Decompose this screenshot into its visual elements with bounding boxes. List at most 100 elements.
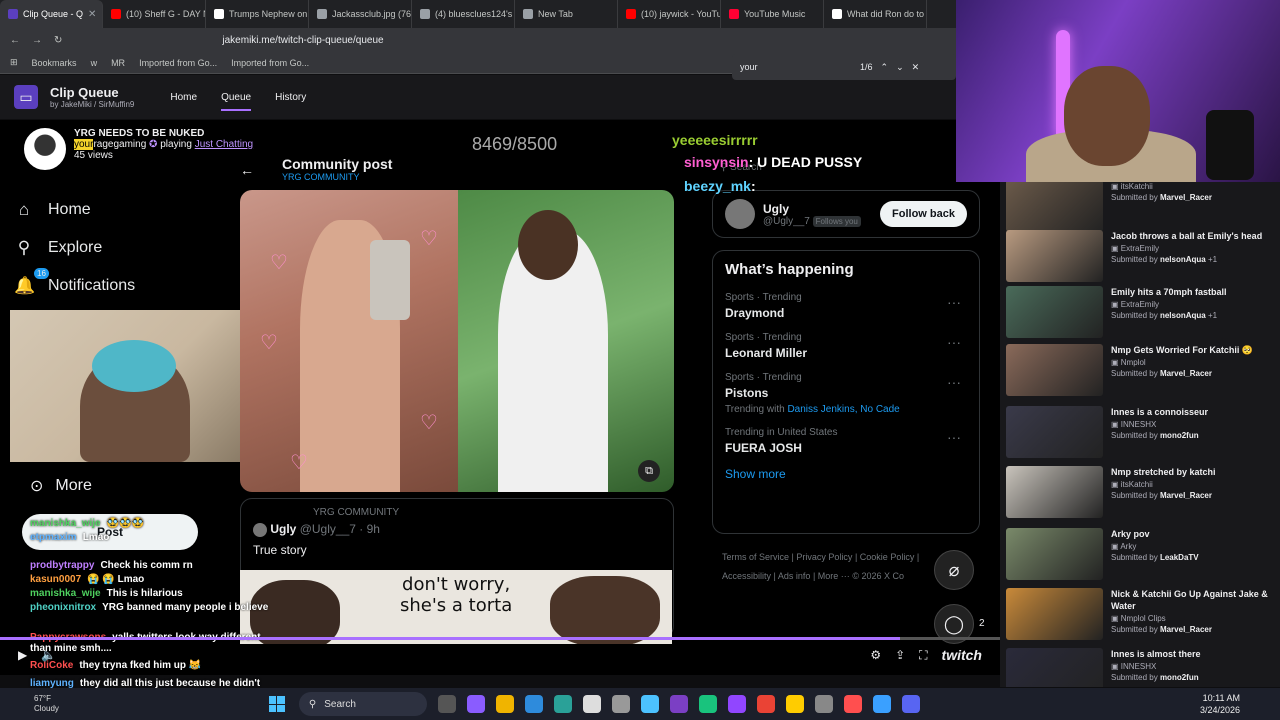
taskbar-app-icon[interactable] [814, 695, 833, 713]
channel-name-rest[interactable]: ragegaming [93, 139, 146, 150]
footer-link[interactable]: Ads info [778, 571, 811, 581]
settings-gear-icon[interactable]: ⚙ [870, 648, 881, 662]
clip-thumbnail[interactable] [1006, 648, 1103, 687]
taskbar-app-icon[interactable] [611, 695, 630, 713]
browser-tab[interactable]: Jackassclub.jpg (76 [309, 0, 412, 28]
queue-item[interactable]: Innes is almost there ▣ INNESHX Submitted … [1006, 648, 1276, 687]
footer-link[interactable]: Cookie Policy [860, 552, 915, 562]
queue-item[interactable]: Nmp stretched by katchi ▣ itsKatchii Submi… [1006, 466, 1276, 522]
taskbar-app-icon[interactable] [582, 695, 601, 713]
taskbar-app-icon[interactable] [843, 695, 862, 713]
footer-link[interactable]: Privacy Policy [796, 552, 852, 562]
game-link[interactable]: Just Chatting [195, 139, 253, 150]
x-nav-home[interactable]: ⌂ Home [14, 200, 234, 220]
taskbar-app-icon[interactable] [785, 695, 804, 713]
find-next-icon[interactable]: ⌄ [896, 62, 904, 73]
bookmark-item[interactable]: Imported from Go... [139, 58, 217, 68]
clip-thumbnail[interactable] [1006, 466, 1103, 518]
taskbar-app-icon[interactable] [669, 695, 688, 713]
grok-icon[interactable]: ⌀ [934, 550, 974, 590]
trend-item[interactable]: Sports · Trending Leonard Miller ··· [725, 332, 967, 360]
more-dots-icon[interactable]: ··· [947, 374, 961, 390]
browser-tab[interactable]: New Tab [515, 0, 618, 28]
channel-highlight[interactable]: your [74, 139, 94, 150]
taskbar-app-icon[interactable] [553, 695, 572, 713]
channel-avatar[interactable] [24, 128, 66, 170]
reload-icon[interactable]: ↻ [54, 35, 62, 46]
community-subtitle[interactable]: YRG COMMUNITY [282, 172, 675, 182]
find-input[interactable]: your [740, 62, 850, 72]
taskbar-app-icon[interactable] [437, 695, 456, 713]
nav-history[interactable]: History [275, 92, 306, 103]
taskbar-app-icon[interactable] [756, 695, 775, 713]
video-progress-bar[interactable] [0, 637, 1000, 640]
tweet-community[interactable]: YRG COMMUNITY [313, 507, 661, 518]
taskbar-app-icon[interactable] [640, 695, 659, 713]
apps-grid-icon[interactable]: ⊞ [10, 57, 18, 68]
trend-item[interactable]: Trending in United States FUERA JOSH ··· [725, 427, 967, 455]
nav-home[interactable]: Home [170, 92, 197, 103]
media-expand-icon[interactable]: ⧉ [638, 460, 660, 482]
nav-queue[interactable]: Queue [221, 92, 252, 111]
footer-link[interactable]: Terms of Service [722, 552, 789, 562]
queue-item[interactable]: Arky pov ▣ Arky Submitted by LeakDaTV [1006, 528, 1276, 584]
trend-item[interactable]: Sports · Trending Pistons Trending with Da… [725, 372, 967, 415]
more-dots-icon[interactable]: ··· [947, 294, 961, 310]
taskbar-app-icon[interactable] [466, 695, 485, 713]
browser-tab[interactable]: (4) bluesclues124's [412, 0, 515, 28]
post-button[interactable]: Post [22, 514, 198, 550]
system-clock[interactable]: 10:11 AM 3/24/2026 [1200, 692, 1240, 716]
queue-item[interactable]: ▣ itsKatchii Submitted by Marvel_Racer [1006, 182, 1276, 236]
queue-item[interactable]: Innes is a connoisseur ▣ INNESHX Submitted… [1006, 406, 1276, 462]
x-nav-explore[interactable]: ⚲ Explore [14, 238, 234, 258]
show-more-link[interactable]: Show more [725, 467, 967, 481]
queue-item[interactable]: Emily hits a 70mph fastball ▣ ExtraEmily S… [1006, 286, 1276, 342]
tweet-avatar[interactable] [253, 522, 267, 537]
clip-thumbnail[interactable] [1006, 406, 1103, 458]
tweet-author[interactable]: Ugly @Ugly__7 · 9h [253, 522, 661, 537]
windows-start-icon[interactable] [268, 696, 285, 712]
bookmark-item[interactable]: MR [111, 58, 125, 68]
browser-tab[interactable]: Clip Queue - Q ✕ [0, 0, 103, 28]
x-nav-more[interactable]: ⊙ More [30, 476, 92, 496]
bookmark-item[interactable]: w [91, 58, 98, 68]
browser-tab[interactable]: What did Ron do to [824, 0, 927, 28]
clip-thumbnail[interactable] [1006, 528, 1103, 580]
clip-thumbnail[interactable] [1006, 344, 1103, 396]
clip-thumbnail[interactable] [1006, 286, 1103, 338]
bookmark-item[interactable]: Bookmarks [32, 58, 77, 68]
queue-item[interactable]: Nick & Katchii Go Up Against Jake & Wate… [1006, 588, 1276, 644]
trend-item[interactable]: Sports · Trending Draymond ··· [725, 292, 967, 320]
footer-link[interactable]: Accessibility [722, 571, 771, 581]
queue-item[interactable]: Jacob throws a ball at Emily's head ▣ Ext… [1006, 230, 1276, 286]
forward-icon[interactable]: → [32, 35, 42, 46]
tweet-meme-image[interactable]: don't worry, she's a torta [240, 570, 672, 644]
clip-thumbnail[interactable] [1006, 182, 1103, 232]
back-icon[interactable]: ← [10, 35, 20, 46]
post-image-woman[interactable]: ♡ ♡ ♡ ♡ ♡ [240, 190, 458, 492]
more-dots-icon[interactable]: ··· [947, 334, 961, 350]
tab-close-icon[interactable]: ✕ [88, 9, 96, 20]
taskbar-search[interactable]: ⚲ Search [298, 692, 427, 716]
volume-icon[interactable]: 🔈 [41, 648, 56, 662]
bookmark-item[interactable]: Imported from Go... [231, 58, 309, 68]
taskbar-app-icon[interactable] [872, 695, 891, 713]
follow-name[interactable]: Ugly [763, 202, 861, 216]
browser-tab[interactable]: (10) jaywick - YouTu [618, 0, 721, 28]
taskbar-app-icon[interactable] [524, 695, 543, 713]
taskbar-app-icon[interactable] [495, 695, 514, 713]
weather-widget[interactable]: 67°F Cloudy [34, 694, 59, 714]
taskbar-app-icon[interactable] [901, 695, 920, 713]
trend-with-links[interactable]: Daniss Jenkins, No Cade [787, 404, 899, 415]
twitch-logo[interactable]: twitch [942, 647, 982, 663]
find-close-icon[interactable]: ✕ [912, 62, 920, 73]
x-nav-notifications[interactable]: 🔔 16 Notifications [14, 268, 234, 296]
footer-link[interactable]: More ··· [818, 571, 850, 581]
more-dots-icon[interactable]: ··· [947, 429, 961, 445]
post-image-man[interactable]: ⧉ [458, 190, 674, 492]
taskbar-app-icon[interactable] [727, 695, 746, 713]
url-field[interactable]: jakemiki.me/twitch-clip-queue/queue [222, 35, 383, 46]
footer-link[interactable]: © 2026 X Co [852, 571, 904, 581]
taskbar-app-icon[interactable] [698, 695, 717, 713]
browser-tab[interactable]: (10) Sheff G - DAY N [103, 0, 206, 28]
